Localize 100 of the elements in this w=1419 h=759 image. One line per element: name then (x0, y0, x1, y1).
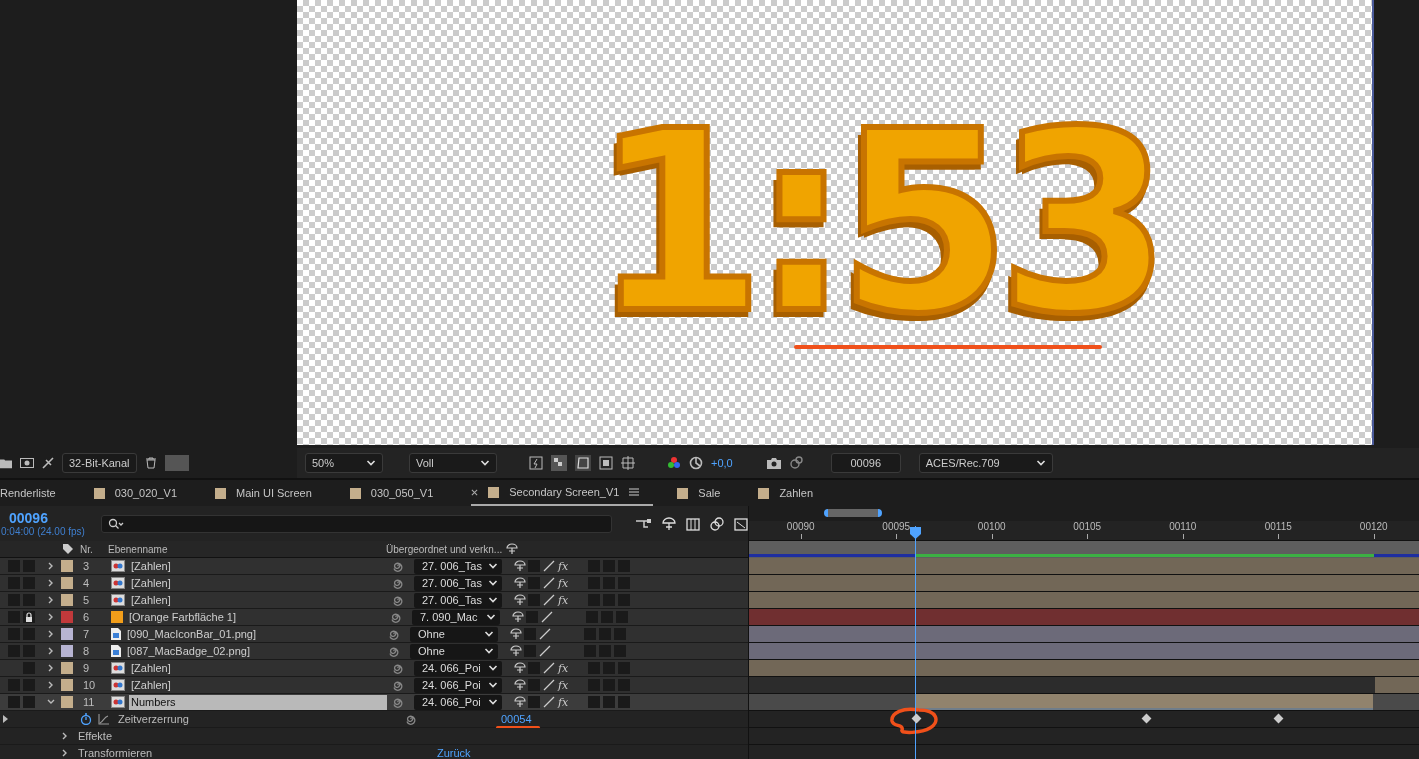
parent-dropdown[interactable]: Ohne (410, 626, 498, 642)
pickwhip-icon[interactable] (390, 611, 402, 623)
zoom-dropdown[interactable]: 50% (305, 453, 383, 473)
transparency-grid-icon[interactable] (551, 455, 567, 471)
time-navigator[interactable] (824, 509, 882, 517)
property-group-name[interactable]: Effekte (78, 730, 437, 742)
work-area-bar[interactable] (749, 541, 1419, 558)
parent-dropdown[interactable]: 27. 006_Tas (414, 592, 502, 608)
layer-name[interactable]: [Zahlen] (129, 660, 387, 676)
shy-switch-icon[interactable] (510, 628, 522, 640)
close-icon[interactable] (471, 488, 479, 496)
panel-tab[interactable]: 030_020_V1 (93, 480, 192, 506)
effects-switch[interactable]: fx (558, 559, 572, 573)
switch-box[interactable] (603, 696, 615, 708)
reset-exposure-icon[interactable] (689, 456, 703, 470)
layer-name[interactable]: [Orange Farbfläche 1] (127, 609, 385, 625)
effects-switch[interactable]: fx (558, 695, 572, 709)
parent-dropdown[interactable]: 24. 066_Poi (414, 677, 502, 693)
parent-dropdown[interactable]: 24. 066_Poi (414, 694, 502, 710)
property-group-name[interactable]: Transformieren (78, 747, 437, 759)
lock-switch[interactable] (23, 696, 35, 708)
label-color-swatch[interactable] (61, 662, 73, 674)
keyframe-nav-icon[interactable] (2, 714, 10, 724)
fast-preview-icon[interactable] (529, 456, 543, 470)
panel-tab[interactable]: Main UI Screen (215, 480, 326, 506)
graph-icon[interactable] (98, 713, 110, 725)
trash-icon[interactable] (144, 457, 157, 469)
effects-switch[interactable]: fx (558, 661, 572, 675)
panel-tab[interactable]: Zahlen (758, 480, 827, 506)
quality-slash-icon[interactable] (539, 628, 551, 640)
label-color-swatch[interactable] (61, 628, 73, 640)
graph-editor-icon[interactable] (734, 516, 748, 531)
panel-tab[interactable]: Renderliste (0, 480, 70, 506)
parent-dropdown[interactable]: 24. 066_Poi (414, 660, 502, 676)
quality-slash-icon[interactable] (543, 594, 555, 606)
layer-duration-bar[interactable] (749, 575, 1419, 591)
exposure-value[interactable]: +0,0 (711, 457, 733, 469)
safe-area-icon[interactable] (599, 456, 613, 470)
show-snapshot-icon[interactable] (788, 456, 803, 470)
panel-tab[interactable]: 030_050_V1 (349, 480, 448, 506)
quality-slash-icon[interactable] (543, 696, 555, 708)
camera-icon[interactable] (766, 457, 781, 469)
label-color-swatch[interactable] (61, 679, 73, 691)
label-color-swatch[interactable] (61, 696, 73, 708)
quality-slash-icon[interactable] (541, 611, 553, 623)
shy-switch-icon[interactable] (514, 577, 526, 589)
lock-switch[interactable] (23, 611, 35, 623)
keyframe[interactable] (1141, 713, 1152, 724)
switch-box[interactable] (528, 696, 540, 708)
layer-name[interactable]: [Zahlen] (129, 558, 387, 574)
rgb-channels-icon[interactable] (667, 456, 681, 470)
pickwhip-icon[interactable] (392, 577, 404, 589)
effects-switch[interactable]: fx (558, 678, 572, 692)
effects-switch[interactable]: fx (558, 593, 572, 607)
bit-depth-button[interactable]: 32-Bit-Kanal (62, 453, 137, 473)
layer-name[interactable]: [090_MacIconBar_01.png] (125, 626, 383, 642)
quality-slash-icon[interactable] (543, 662, 555, 674)
layer-name[interactable]: Numbers (129, 694, 387, 710)
pickwhip-icon[interactable] (392, 662, 404, 674)
quality-slash-icon[interactable] (543, 577, 555, 589)
color-space-dropdown[interactable]: ACES/Rec.709 (918, 453, 1053, 473)
grid-icon[interactable] (621, 456, 635, 470)
layer-duration-bar[interactable] (749, 643, 1419, 659)
pickwhip-icon[interactable] (392, 594, 404, 606)
menu-icon[interactable] (629, 487, 640, 497)
resolution-dropdown[interactable]: Voll (409, 453, 497, 473)
frame-blending-icon[interactable] (686, 516, 700, 531)
motion-blur-icon[interactable] (710, 516, 724, 531)
label-color-swatch[interactable] (61, 611, 73, 623)
pickwhip-icon[interactable] (392, 679, 404, 691)
parent-dropdown[interactable]: 7. 090_Mac (412, 609, 500, 625)
stopwatch-icon[interactable] (80, 713, 92, 725)
layer-duration-bar[interactable] (749, 609, 1419, 625)
color-swatch[interactable] (164, 455, 189, 471)
layer-duration-bar[interactable] (1375, 677, 1419, 693)
label-color-swatch[interactable] (61, 645, 73, 657)
parent-dropdown[interactable]: 27. 006_Tas (414, 558, 502, 574)
current-time-field[interactable]: 00096 (830, 453, 901, 473)
panel-tab[interactable]: Sale (677, 480, 735, 506)
switch-box[interactable] (588, 696, 600, 708)
layer-duration-bar[interactable] (749, 660, 1419, 676)
layer-name[interactable]: [087_MacBadge_02.png] (125, 643, 383, 659)
label-color-swatch[interactable] (61, 577, 73, 589)
video-switch[interactable] (8, 696, 20, 708)
shy-switch-icon[interactable] (506, 543, 518, 555)
shy-switch-icon[interactable] (514, 679, 526, 691)
property-value[interactable]: 00054 (501, 713, 532, 725)
pickwhip-icon[interactable] (388, 645, 400, 657)
label-color-swatch[interactable] (61, 560, 73, 572)
shy-switch-icon[interactable] (514, 662, 526, 674)
switch-box[interactable] (618, 696, 630, 708)
layer-name[interactable]: [Zahlen] (129, 677, 387, 693)
keyframe[interactable] (1273, 713, 1284, 724)
shy-layers-icon[interactable] (662, 516, 676, 531)
pickwhip-icon[interactable] (392, 696, 404, 708)
layer-duration-bar[interactable] (749, 592, 1419, 608)
quality-slash-icon[interactable] (543, 679, 555, 691)
layer-name[interactable]: [Zahlen] (129, 575, 387, 591)
quality-slash-icon[interactable] (539, 645, 551, 657)
layer-name[interactable]: [Zahlen] (129, 592, 387, 608)
